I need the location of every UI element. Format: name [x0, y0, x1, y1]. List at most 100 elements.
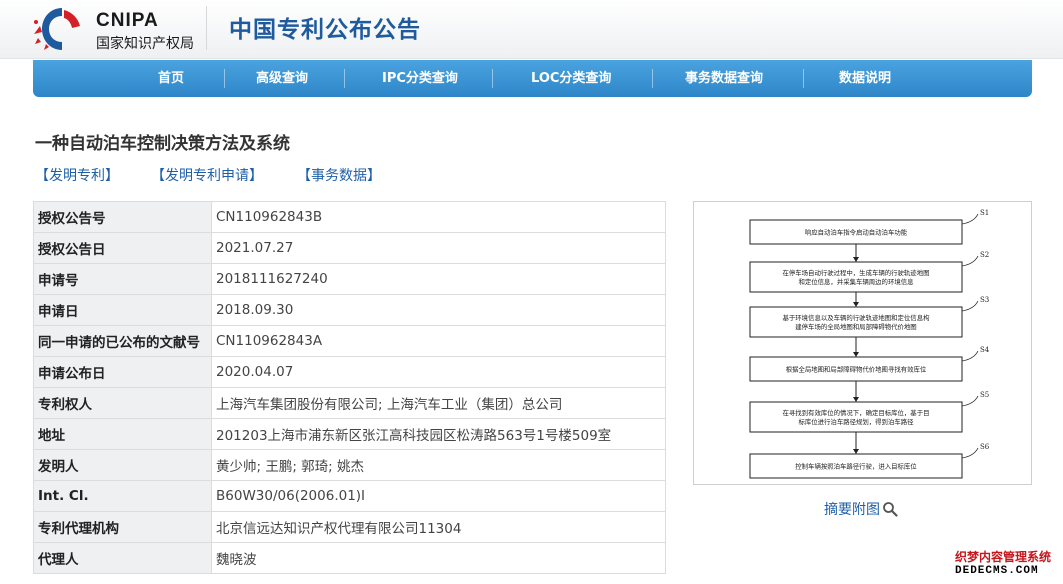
watermark: 织梦内容管理系统 DEDECMS.COM: [937, 547, 1063, 584]
flow-arrow-head: [853, 257, 859, 262]
flow-step: 根据全局地图和局部障碍物代价地图寻找有效库位 S4: [749, 346, 990, 382]
abstract-drawing-label: 摘要附图: [824, 502, 880, 518]
table-row: 申请公布日 2020.04.07: [33, 356, 666, 388]
field-value: 魏晓波: [211, 542, 666, 574]
flow-step-box: [749, 261, 963, 293]
cnipa-emblem-icon: [34, 8, 80, 50]
table-row: 地址 201203上海市浦东新区张江高科技园区松涛路563号1号楼509室: [33, 418, 666, 450]
table-row: 专利代理机构 北京信远达知识产权代理有限公司11304: [33, 511, 666, 543]
flow-step: 在停车场自动行驶过程中，生成车辆的行驶轨迹地图和定位信息，并采集车辆周边的环境信…: [749, 251, 989, 293]
field-label: 授权公告日: [33, 232, 212, 264]
flow-step-id: S2: [980, 251, 989, 259]
flow-step-text: 标库位进行泊车路径规划，得到泊车路径: [798, 417, 914, 426]
flow-step-id: S1: [980, 209, 989, 217]
nav-separator: [224, 69, 225, 88]
field-label: Int. Cl.: [33, 480, 212, 512]
nav-separator: [652, 69, 653, 88]
flow-step-id: S6: [980, 443, 990, 451]
field-label: 专利代理机构: [33, 511, 212, 543]
field-value: B60W30/06(2006.01)I: [211, 480, 666, 512]
flow-step-text: 基于环境信息以及车辆的行驶轨迹地图和定位信息构: [783, 313, 930, 322]
link-transaction-data[interactable]: 【事务数据】: [297, 165, 381, 185]
nav-separator: [344, 69, 345, 88]
flow-step-leader: [961, 350, 979, 362]
flow-step-leader: [961, 447, 979, 459]
table-row: 申请号 2018111627240: [33, 263, 666, 295]
flow-step: 基于环境信息以及车辆的行驶轨迹地图和定位信息构建停车场的全局地图和局部障碍物代价…: [749, 296, 989, 338]
field-label: 发明人: [33, 449, 212, 481]
flow-step-leader: [961, 213, 979, 225]
field-label: 申请公布日: [33, 356, 212, 388]
field-value: 2018111627240: [211, 263, 666, 295]
flow-step-text: 在寻找到有效库位的情况下，确定目标库位，基于目: [783, 408, 930, 417]
nav-home[interactable]: 首页: [158, 60, 184, 97]
nav-loc-search[interactable]: LOC分类查询: [531, 60, 611, 97]
flow-arrow-head: [853, 352, 859, 357]
flow-step-text: 控制车辆按照泊车路径行驶，进入目标库位: [795, 462, 917, 471]
flow-step-id: S5: [980, 391, 989, 399]
abstract-drawing-link[interactable]: 摘要附图: [824, 499, 898, 519]
field-label: 申请日: [33, 294, 212, 326]
logo-text-cn: 国家知识产权局: [96, 36, 194, 52]
nav-data-description[interactable]: 数据说明: [839, 60, 891, 97]
flow-step: 响应自动泊车指令启动自动泊车功能 S1: [749, 209, 989, 245]
table-row: 同一申请的已公布的文献号 CN110962843A: [33, 325, 666, 357]
field-value: 2020.04.07: [211, 356, 666, 388]
logo-text-en: CNIPA: [96, 10, 159, 31]
header-divider: [206, 6, 207, 50]
flow-step: 在寻找到有效库位的情况下，确定目标库位，基于目标库位进行泊车路径规划，得到泊车路…: [749, 391, 989, 433]
nav-separator: [803, 69, 804, 88]
abstract-drawing[interactable]: 响应自动泊车指令启动自动泊车功能 S1 在停车场自动行驶过程中，生成车辆的行驶轨迹地…: [693, 201, 1032, 485]
field-label: 授权公告号: [33, 201, 212, 233]
field-value: 2021.07.27: [211, 232, 666, 264]
cnipa-logo[interactable]: CNIPA 国家知识产权局: [32, 4, 204, 54]
field-value: 2018.09.30: [211, 294, 666, 326]
flow-step-id: S3: [980, 296, 989, 304]
field-value: 黄少帅; 王鹏; 郭琦; 姚杰: [211, 449, 666, 481]
flow-step-text: 建停车场的全局地图和局部障碍物代价地图: [795, 322, 916, 331]
link-invention-patent[interactable]: 【发明专利】: [35, 165, 119, 185]
field-value: 201203上海市浦东新区张江高科技园区松涛路563号1号楼509室: [211, 418, 666, 450]
table-row: 申请日 2018.09.30: [33, 294, 666, 326]
field-label: 专利权人: [33, 387, 212, 419]
field-value: 上海汽车集团股份有限公司; 上海汽车工业（集团）总公司: [211, 387, 666, 419]
patent-info-table: 授权公告号 CN110962843B 授权公告日 2021.07.27 申请号 20181…: [33, 201, 666, 574]
flow-arrow-head: [853, 449, 859, 454]
flow-step-text: 和定位信息，并采集车辆周边的环境信息: [798, 277, 914, 286]
flow-arrow-head: [853, 302, 859, 307]
flow-arrow-head: [853, 397, 859, 402]
nav-separator: [492, 69, 493, 88]
flow-step-text: 响应自动泊车指令启动自动泊车功能: [805, 228, 908, 237]
flow-step-id: S4: [980, 346, 990, 354]
site-header: CNIPA 国家知识产权局 中国专利公布公告: [0, 0, 1063, 59]
nav-transaction-search[interactable]: 事务数据查询: [685, 60, 763, 97]
flow-step-text: 在停车场自动行驶过程中，生成车辆的行驶轨迹地图: [783, 268, 930, 277]
main-nav: 首页 高级查询 IPC分类查询 LOC分类查询 事务数据查询 数据说明: [33, 60, 1032, 97]
field-label: 同一申请的已公布的文献号: [33, 325, 212, 357]
site-title: 中国专利公布公告: [229, 17, 421, 43]
flow-step-box: [749, 401, 963, 433]
field-label: 地址: [33, 418, 212, 450]
flowchart: 响应自动泊车指令启动自动泊车功能 S1 在停车场自动行驶过程中，生成车辆的行驶轨迹地…: [749, 209, 990, 479]
field-value: CN110962843A: [211, 325, 666, 357]
field-label: 代理人: [33, 542, 212, 574]
patent-title: 一种自动泊车控制决策方法及系统: [35, 134, 290, 154]
flow-step-leader: [961, 255, 979, 267]
watermark-domain: DEDECMS.COM: [955, 565, 1039, 577]
flow-step-leader: [961, 300, 979, 312]
nav-ipc-search[interactable]: IPC分类查询: [382, 60, 458, 97]
table-row: Int. Cl. B60W30/06(2006.01)I: [33, 480, 666, 512]
field-label: 申请号: [33, 263, 212, 295]
table-row: 发明人 黄少帅; 王鹏; 郭琦; 姚杰: [33, 449, 666, 481]
flow-step-box: [749, 306, 963, 338]
flow-step-leader: [961, 395, 979, 407]
table-row: 授权公告日 2021.07.27: [33, 232, 666, 264]
nav-advanced-search[interactable]: 高级查询: [256, 60, 308, 97]
watermark-text: 织梦内容管理系统: [955, 548, 1052, 565]
flow-step-text: 根据全局地图和局部障碍物代价地图寻找有效库位: [786, 365, 927, 374]
flow-step: 控制车辆按照泊车路径行驶，进入目标库位 S6: [749, 443, 990, 479]
field-value: 北京信远达知识产权代理有限公司11304: [211, 511, 666, 543]
magnifier-icon: [883, 502, 898, 517]
field-value: CN110962843B: [211, 201, 666, 233]
link-invention-application[interactable]: 【发明专利申请】: [151, 165, 263, 185]
